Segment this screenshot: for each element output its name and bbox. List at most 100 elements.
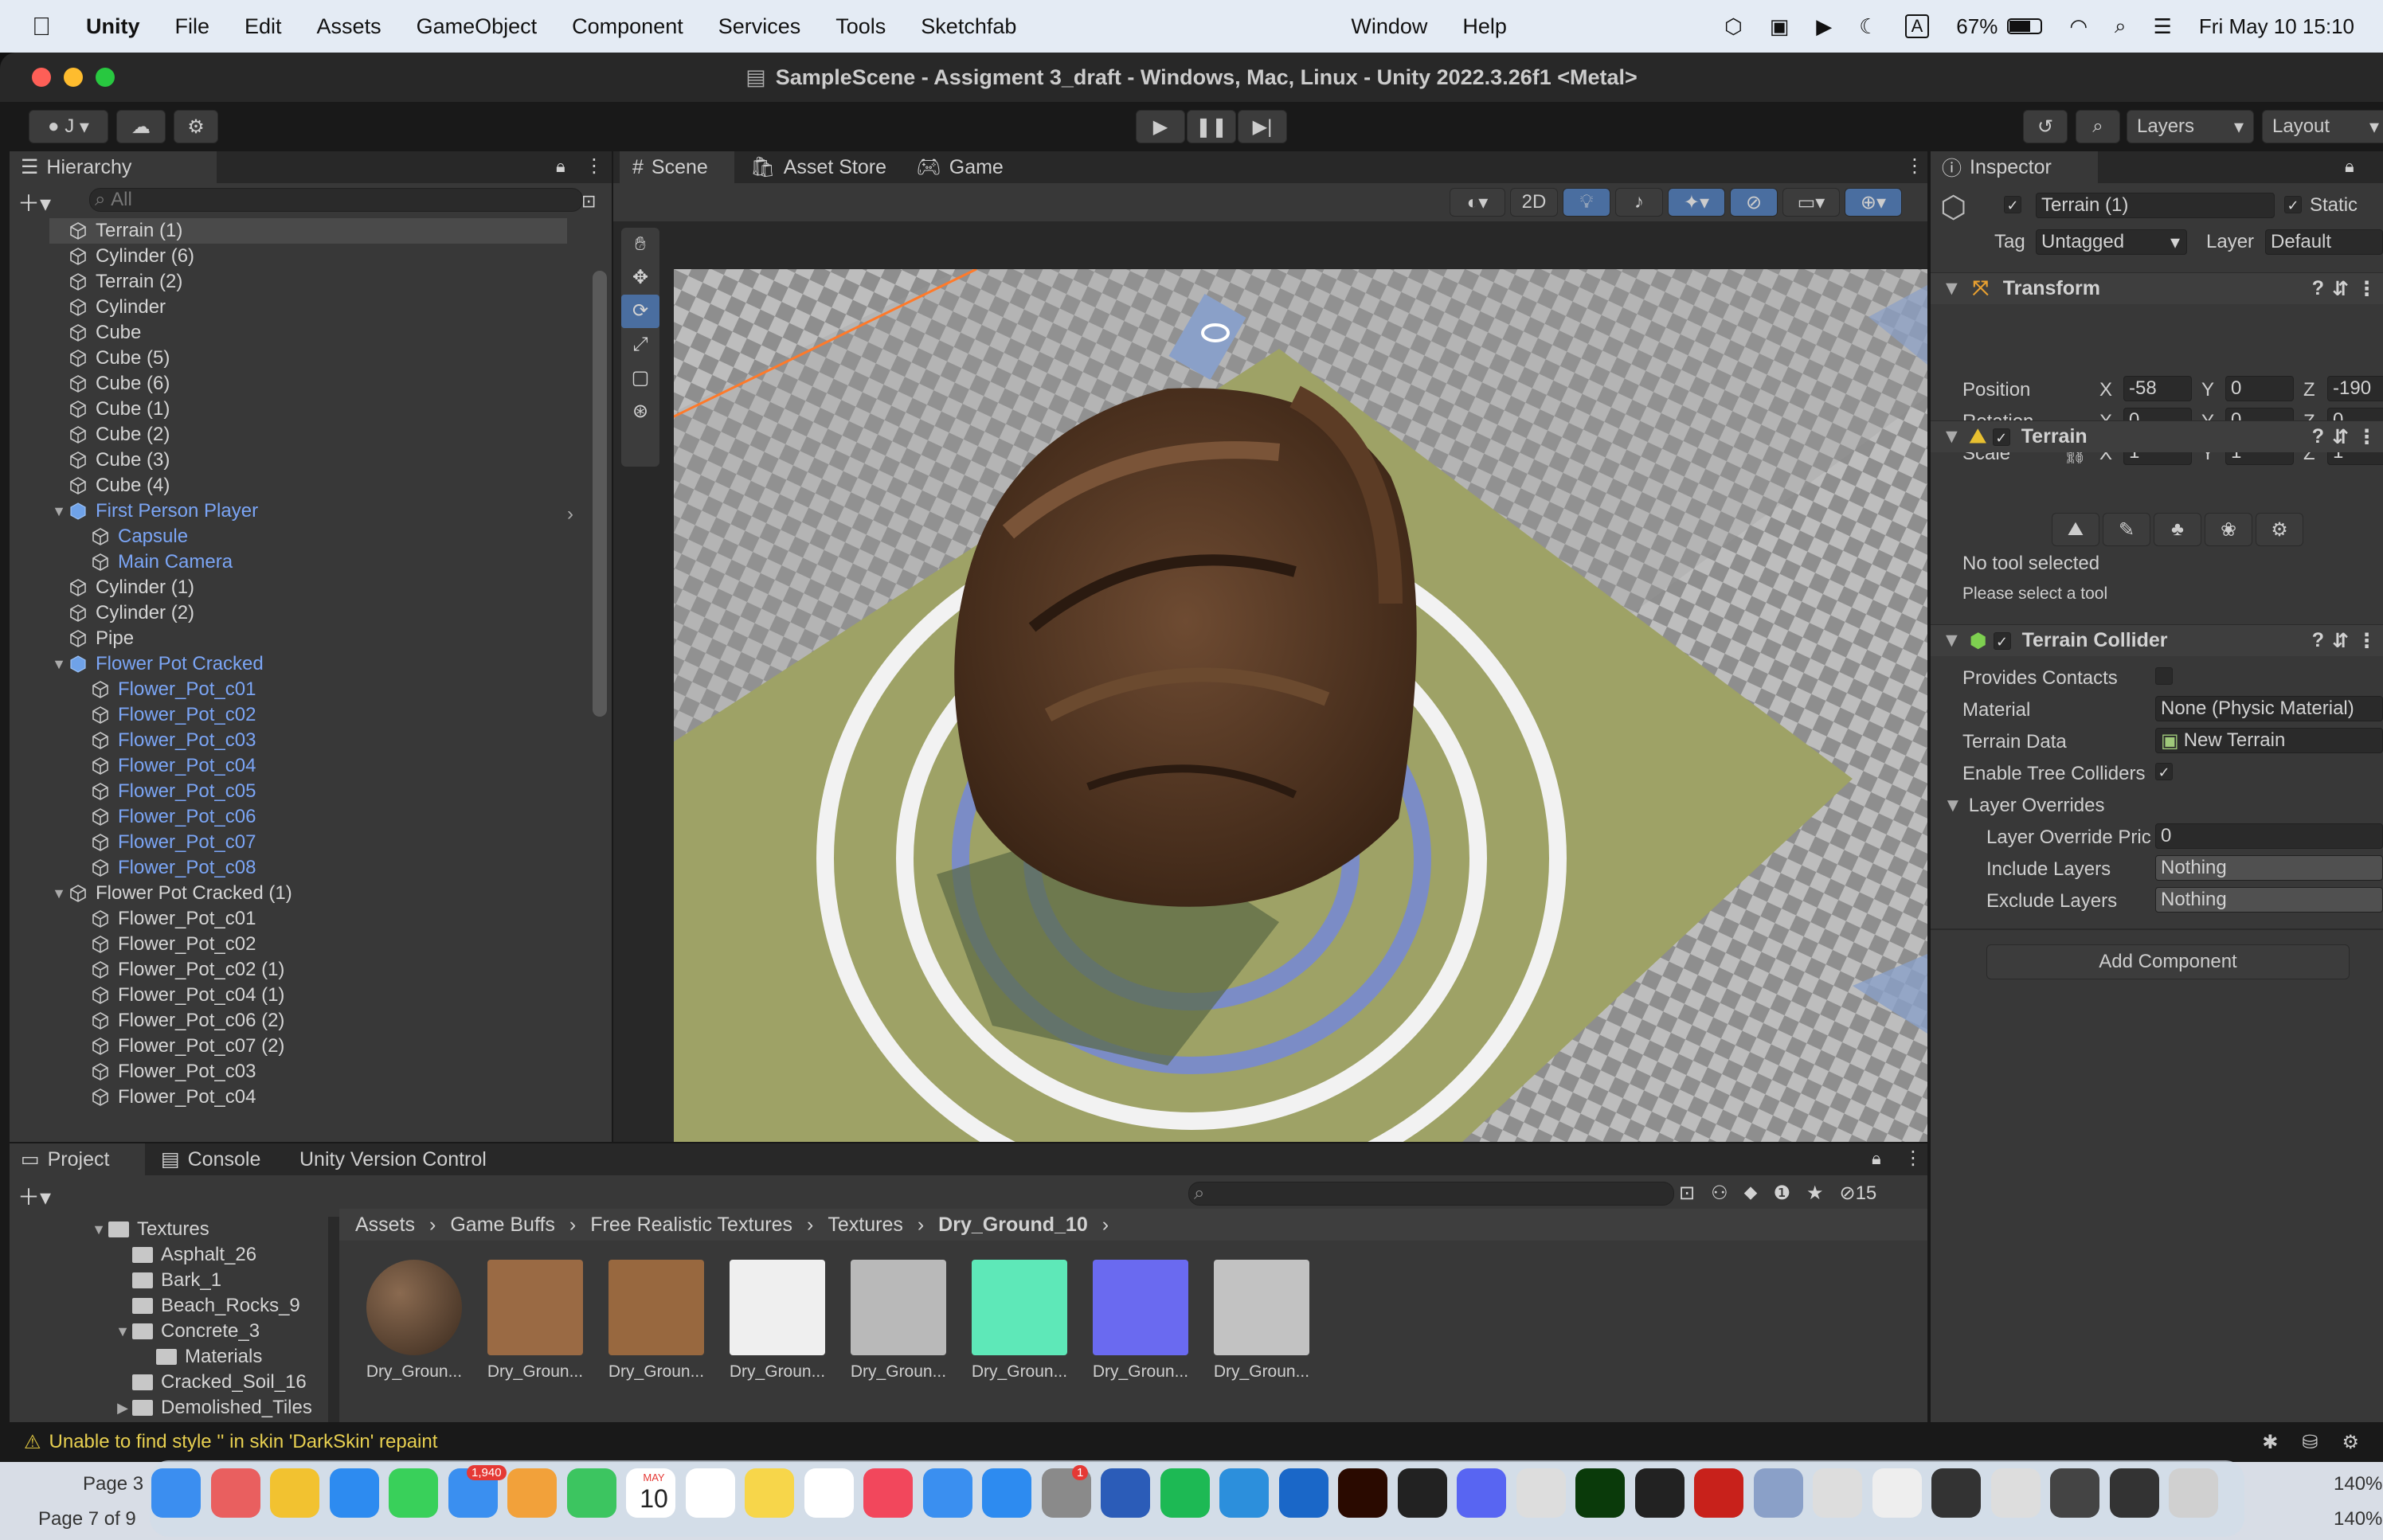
hierarchy-item[interactable]: Flower_Pot_c02 bbox=[72, 702, 256, 728]
menu-help[interactable]: Help bbox=[1462, 14, 1507, 39]
more-menu-icon[interactable]: ⋮ bbox=[2357, 277, 2377, 301]
menu-component[interactable]: Component bbox=[572, 14, 683, 39]
lock-icon[interactable]: 🔒︎ bbox=[1872, 1148, 1881, 1169]
unity-editor-icon[interactable] bbox=[1813, 1468, 1862, 1518]
status-message[interactable]: Unable to find style '' in skin 'DarkSki… bbox=[49, 1431, 438, 1453]
moon-icon[interactable]: ☾ bbox=[1859, 14, 1877, 39]
rotate-tool-icon[interactable]: ⟳ bbox=[621, 295, 659, 328]
hierarchy-item[interactable]: Flower_Pot_c04 bbox=[72, 753, 256, 779]
asset-thumbnail[interactable] bbox=[730, 1260, 825, 1355]
control-center-icon[interactable]: ☰ bbox=[2154, 14, 2172, 39]
scene-viewport[interactable] bbox=[674, 269, 1927, 1142]
provides-contacts-checkbox[interactable] bbox=[2155, 667, 2173, 685]
foldout-arrow-icon[interactable]: ▼ bbox=[89, 1221, 108, 1238]
terrain-data-field[interactable]: ▣ New Terrain bbox=[2155, 728, 2383, 753]
step-button[interactable]: ▶| bbox=[1238, 110, 1287, 143]
hierarchy-item[interactable]: Cube (6) bbox=[49, 371, 170, 397]
filter-label-icon[interactable]: ⬥ bbox=[1744, 1182, 1758, 1205]
project-folder-item[interactable]: ▼ Concrete_3 bbox=[113, 1319, 260, 1344]
effects-toggle-icon[interactable]: ✦▾ bbox=[1668, 188, 1725, 217]
exclude-layers-dropdown[interactable]: Nothing bbox=[2155, 887, 2383, 913]
tab-version-control[interactable]: Unity Version Control bbox=[299, 1143, 522, 1175]
asset-thumbnail[interactable] bbox=[487, 1260, 583, 1355]
launchpad-icon[interactable] bbox=[210, 1468, 260, 1518]
position-z-field[interactable]: -190 bbox=[2327, 376, 2383, 401]
asset-label[interactable]: Dry_Groun... bbox=[1081, 1362, 1200, 1382]
safari-icon[interactable] bbox=[329, 1468, 379, 1518]
hierarchy-item[interactable]: ▼ First Person Player bbox=[49, 498, 258, 524]
tab-project[interactable]: ▭ Project bbox=[10, 1143, 145, 1175]
play-circle-icon[interactable]: ▶ bbox=[1816, 14, 1832, 39]
cache-icon[interactable]: ⛁ bbox=[2302, 1431, 2318, 1454]
search-button[interactable]: ⌕ bbox=[2076, 110, 2120, 143]
hand-tool-icon[interactable]: ✋︎ bbox=[621, 228, 659, 261]
favorite-star-icon[interactable]: ★ bbox=[1806, 1182, 1824, 1205]
create-asset-button[interactable]: ＋▾ bbox=[18, 1180, 51, 1212]
input-source-icon[interactable]: A bbox=[1904, 14, 1930, 38]
photos-icon[interactable] bbox=[507, 1468, 557, 1518]
foldout-arrow-icon[interactable]: ▼ bbox=[49, 656, 68, 673]
project-folder-item[interactable]: Cracked_Soil_16 bbox=[113, 1370, 307, 1395]
bug-icon[interactable]: ✱ bbox=[2262, 1431, 2278, 1454]
hierarchy-item[interactable]: Flower_Pot_c08 bbox=[72, 855, 256, 881]
music-file-icon[interactable] bbox=[1872, 1468, 1922, 1518]
terrain-collider-header[interactable]: ▼ ⬢ ✓ Terrain Collider ? ⇵ ⋮ bbox=[1931, 624, 2383, 656]
layer-dropdown[interactable]: Default bbox=[2265, 229, 2383, 255]
menu-tools[interactable]: Tools bbox=[835, 14, 886, 39]
trash-icon[interactable] bbox=[2169, 1468, 2218, 1518]
hierarchy-item[interactable]: Cylinder (6) bbox=[49, 244, 194, 269]
filter-log-icon[interactable]: ❶ bbox=[1773, 1182, 1790, 1205]
hierarchy-item[interactable]: Flower_Pot_c05 bbox=[72, 779, 256, 804]
tab-asset-store[interactable]: 🛍︎ Asset Store bbox=[750, 151, 910, 183]
transform-component-header[interactable]: ▼ ⤧ Transform ? ⇵ ⋮ bbox=[1931, 272, 2383, 304]
wifi-icon[interactable]: ◠ bbox=[2069, 14, 2088, 39]
more-menu-icon[interactable]: ⋮ bbox=[585, 154, 604, 178]
audio-toggle-icon[interactable]: ♪ bbox=[1615, 188, 1663, 217]
position-y-field[interactable]: 0 bbox=[2225, 376, 2294, 401]
asset-thumbnail[interactable] bbox=[972, 1260, 1067, 1355]
tag-dropdown[interactable]: Untagged ▾ bbox=[2036, 229, 2187, 255]
more-menu-icon[interactable]: ⋮ bbox=[1904, 1147, 1923, 1170]
terrain-create-neighbor-icon[interactable]: ⛰︎ bbox=[2052, 513, 2099, 546]
screenshot-icon[interactable]: ▣ bbox=[1770, 14, 1790, 39]
hidden-packages-icon[interactable]: ⊘15 bbox=[1839, 1182, 1876, 1205]
play-button[interactable]: ▶ bbox=[1136, 110, 1185, 143]
help-icon[interactable]: ? bbox=[2312, 277, 2324, 300]
outlook-icon[interactable] bbox=[1278, 1468, 1328, 1518]
hierarchy-item[interactable]: Flower_Pot_c03 bbox=[72, 1059, 256, 1085]
breadcrumb-dry-ground-10[interactable]: Dry_Ground_10 bbox=[938, 1214, 1088, 1237]
menu-services[interactable]: Services bbox=[718, 14, 801, 39]
menu-file[interactable]: File bbox=[175, 14, 210, 39]
menu-app-name[interactable]: Unity bbox=[86, 14, 140, 39]
app-store-icon[interactable] bbox=[982, 1468, 1031, 1518]
hierarchy-item[interactable]: Terrain (2) bbox=[49, 269, 182, 295]
vscode-icon[interactable] bbox=[1219, 1468, 1269, 1518]
toggle-2d-button[interactable]: 2D bbox=[1510, 188, 1558, 217]
foldout-arrow-icon[interactable]: ▼ bbox=[113, 1323, 132, 1340]
hierarchy-item[interactable]: Flower_Pot_c06 (2) bbox=[72, 1008, 284, 1034]
tab-inspector[interactable]: ⓘ Inspector bbox=[1931, 151, 2098, 183]
menubar-clock[interactable]: Fri May 10 15:10 bbox=[2199, 14, 2354, 39]
asset-thumbnail[interactable] bbox=[608, 1260, 704, 1355]
notes-icon[interactable] bbox=[745, 1468, 794, 1518]
project-folder-item[interactable]: ▼ Textures bbox=[89, 1217, 209, 1242]
settings-button[interactable]: ⚙ bbox=[174, 110, 218, 143]
rect-tool-icon[interactable]: ▢ bbox=[621, 362, 659, 395]
hierarchy-item[interactable]: Flower_Pot_c01 bbox=[72, 677, 256, 702]
scene-visibility-icon[interactable]: ⊡ bbox=[581, 191, 596, 212]
project-tree-scrollbar[interactable] bbox=[328, 1217, 339, 1456]
apple-icon[interactable]:  bbox=[32, 12, 51, 41]
hierarchy-item[interactable]: Flower_Pot_c02 (1) bbox=[72, 957, 284, 983]
tab-hierarchy[interactable]: ☰ Hierarchy bbox=[10, 151, 217, 183]
material-field[interactable]: None (Physic Material) bbox=[2155, 696, 2383, 721]
tab-game[interactable]: 🎮︎ Game bbox=[916, 151, 1043, 183]
hierarchy-item[interactable]: Cylinder (2) bbox=[49, 600, 194, 626]
hierarchy-item[interactable]: Capsule bbox=[72, 524, 188, 549]
foldout-arrow-icon[interactable]: ▼ bbox=[49, 503, 68, 520]
terrain-paint-icon[interactable]: ✎ bbox=[2103, 513, 2150, 546]
asset-thumbnail[interactable] bbox=[1214, 1260, 1309, 1355]
menu-edit[interactable]: Edit bbox=[245, 14, 282, 39]
draw-mode-dropdown[interactable]: ◐▾ bbox=[1450, 188, 1505, 217]
keynote-icon[interactable] bbox=[922, 1468, 972, 1518]
finder-icon[interactable] bbox=[151, 1468, 201, 1518]
